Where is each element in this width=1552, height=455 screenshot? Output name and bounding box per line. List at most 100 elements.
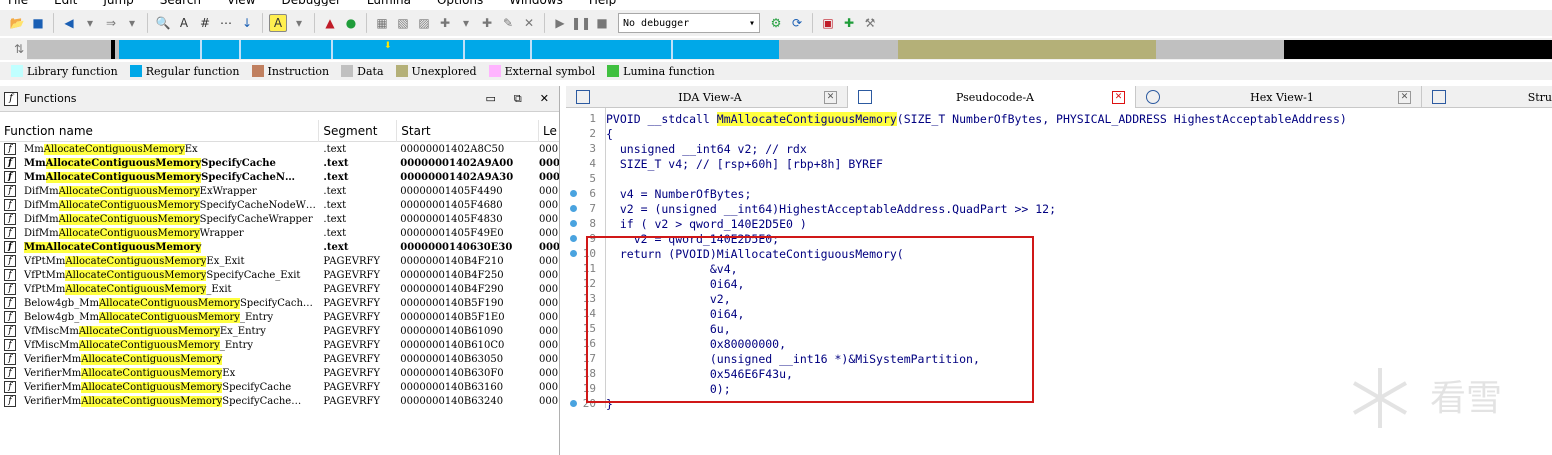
- menu-item-windows[interactable]: Windows: [509, 0, 563, 6]
- code-line[interactable]: 4 SIZE_T v4; // [rsp+60h] [rbp+8h] BYREF: [566, 156, 1552, 171]
- save-icon[interactable]: ■: [29, 14, 47, 32]
- breakpoint-dot-icon[interactable]: [570, 250, 577, 257]
- code-line[interactable]: 5: [566, 171, 1552, 186]
- edit-icon[interactable]: ✎: [499, 14, 517, 32]
- forward-icon[interactable]: ⇒: [102, 14, 120, 32]
- settings-icon[interactable]: ⚒: [861, 14, 879, 32]
- start-cell: 00000001405F4830: [400, 213, 503, 225]
- menu-item-jump[interactable]: Jump: [103, 0, 133, 6]
- table-row[interactable]: f DifMm AllocateContiguousMemory ExWrapper.…: [0, 184, 559, 198]
- code-line[interactable]: 7 v2 = (unsigned __int64)HighestAcceptab…: [566, 201, 1552, 216]
- function-name-cell: f VerifierMm AllocateContiguousMemory Speci…: [0, 381, 319, 393]
- play-icon[interactable]: ▶: [551, 14, 569, 32]
- table-row[interactable]: f VerifierMm AllocateContiguousMemory Ex PAG…: [0, 366, 559, 380]
- column-header-function-name[interactable]: Function name: [0, 119, 320, 142]
- tab-hex-view-1[interactable]: Hex View-1 ✕: [1136, 86, 1422, 108]
- table-row[interactable]: f Below4gb_Mm AllocateContiguousMemory Spec…: [0, 296, 559, 310]
- table-row[interactable]: f Mm AllocateContiguousMemory SpecifyCache.…: [0, 156, 559, 170]
- table-row[interactable]: f VerifierMm AllocateContiguousMemory Speci…: [0, 380, 559, 394]
- code-icon[interactable]: ▧: [394, 14, 412, 32]
- code-line[interactable]: 3 unsigned __int64 v2; // rdx: [566, 141, 1552, 156]
- function-name-match: AllocateContiguousMemory: [58, 213, 200, 225]
- table-row[interactable]: f MmAllocateContiguousMemory .text 00000001…: [0, 240, 559, 254]
- table-row[interactable]: f Mm AllocateContiguousMemory SpecifyCacheN…: [0, 170, 559, 184]
- breakpoint-dot-icon[interactable]: [570, 205, 577, 212]
- menu-item-file[interactable]: File: [8, 0, 28, 6]
- navigation-band[interactable]: ⬇: [27, 40, 1552, 59]
- table-row[interactable]: f VfMiscMm AllocateContiguousMemory Ex_Entr…: [0, 324, 559, 338]
- strings-icon[interactable]: ▣: [819, 14, 837, 32]
- warning-icon[interactable]: ▲: [321, 14, 339, 32]
- close-icon[interactable]: ✕: [1398, 90, 1411, 104]
- code-line[interactable]: 1 PVOID __stdcall MmAllocateContiguousMem…: [566, 111, 1552, 126]
- close-icon[interactable]: ✕: [1112, 90, 1125, 104]
- table-row[interactable]: f Below4gb_Mm AllocateContiguousMemory _Ent…: [0, 310, 559, 324]
- breakpoint-dot-icon[interactable]: [570, 400, 577, 407]
- search-next-icon[interactable]: ⋯: [217, 14, 235, 32]
- undefine-icon[interactable]: ▨: [415, 14, 433, 32]
- pause-icon[interactable]: ❚❚: [571, 14, 591, 32]
- switch-debugger-icon[interactable]: ⚙: [767, 14, 785, 32]
- table-row[interactable]: f VfPtMm AllocateContiguousMemory SpecifyCa…: [0, 268, 559, 282]
- length-cell: 000: [539, 213, 559, 225]
- maximize-icon[interactable]: ▭: [486, 92, 496, 106]
- patch-icon[interactable]: ✚: [478, 14, 496, 32]
- menu-item-options[interactable]: Options: [437, 0, 483, 6]
- plugin-icon[interactable]: ✚: [840, 14, 858, 32]
- column-header-segment[interactable]: Segment: [319, 119, 398, 142]
- function-name-cell: f DifMm AllocateContiguousMemory ExWrapper: [0, 185, 319, 197]
- run-circle-icon[interactable]: ●: [342, 14, 360, 32]
- function-name-prefix: VerifierMm: [24, 395, 82, 407]
- jump-down-icon[interactable]: ↓: [238, 14, 256, 32]
- restore-icon[interactable]: ⧉: [514, 92, 522, 106]
- column-header-length[interactable]: Le: [539, 120, 559, 142]
- refresh-icon[interactable]: ⟳: [788, 14, 806, 32]
- table-row[interactable]: f VerifierMm AllocateContiguousMemory Speci…: [0, 394, 559, 408]
- table-row[interactable]: f DifMm AllocateContiguousMemory SpecifyCac…: [0, 198, 559, 212]
- navigation-band-icon[interactable]: ⇅: [10, 40, 28, 58]
- close-icon[interactable]: ✕: [824, 90, 837, 104]
- menu-item-help[interactable]: Help: [589, 0, 616, 6]
- segment-cell: PAGEVRFY: [323, 353, 381, 365]
- table-row[interactable]: f VfPtMm AllocateContiguousMemory _Exit PAGE…: [0, 282, 559, 296]
- data-icon[interactable]: ▦: [373, 14, 391, 32]
- breakpoint-dot-icon[interactable]: [570, 220, 577, 227]
- add-icon[interactable]: ✚: [436, 14, 454, 32]
- code-line[interactable]: 6 v4 = NumberOfBytes;: [566, 186, 1552, 201]
- column-header-start[interactable]: Start: [397, 119, 540, 142]
- table-row[interactable]: f VfPtMm AllocateContiguousMemory Ex_Exit PA…: [0, 254, 559, 268]
- breakpoint-dot-icon[interactable]: [570, 190, 577, 197]
- menu-item-lumina[interactable]: Lumina: [367, 0, 411, 6]
- stop-icon[interactable]: ■: [593, 14, 611, 32]
- menu-item-search[interactable]: Search: [160, 0, 201, 6]
- open-icon[interactable]: 📂: [8, 14, 26, 32]
- code-line[interactable]: 8 if ( v2 > qword_140E2D5E0 ): [566, 216, 1552, 231]
- search-text-icon[interactable]: A: [175, 14, 193, 32]
- back-icon[interactable]: ◀: [60, 14, 78, 32]
- breakpoint-dot-icon[interactable]: [570, 235, 577, 242]
- table-row[interactable]: f Mm AllocateContiguousMemory Ex .text 000000…: [0, 142, 559, 156]
- close-icon[interactable]: ✕: [540, 92, 549, 106]
- legend-swatch: [11, 65, 23, 77]
- tab-structures[interactable]: Stru: [1422, 86, 1552, 108]
- debugger-select[interactable]: No debugger ▾: [618, 13, 760, 33]
- chevron-down-icon[interactable]: ▾: [457, 14, 475, 32]
- text-color-icon[interactable]: A: [269, 14, 287, 32]
- menu-item-edit[interactable]: Edit: [54, 0, 77, 6]
- menu-item-debugger[interactable]: Debugger: [282, 0, 341, 6]
- search-binary-icon[interactable]: 🔍: [154, 14, 172, 32]
- table-row[interactable]: f DifMm AllocateContiguousMemory SpecifyCac…: [0, 212, 559, 226]
- chevron-down-icon[interactable]: ▾: [290, 14, 308, 32]
- search-immediate-icon[interactable]: #: [196, 14, 214, 32]
- table-row[interactable]: f VerifierMm AllocateContiguousMemory PAGEV…: [0, 352, 559, 366]
- function-name-cell: f VerifierMm AllocateContiguousMemory: [0, 353, 319, 365]
- menu-item-view[interactable]: View: [227, 0, 255, 6]
- table-row[interactable]: f VfMiscMm AllocateContiguousMemory _Entry P…: [0, 338, 559, 352]
- chevron-down-icon[interactable]: ▾: [81, 14, 99, 32]
- chevron-down-icon[interactable]: ▾: [123, 14, 141, 32]
- code-line[interactable]: 2{: [566, 126, 1552, 141]
- table-row[interactable]: f DifMm AllocateContiguousMemory Wrapper .te…: [0, 226, 559, 240]
- close-icon[interactable]: ✕: [520, 14, 538, 32]
- tab-ida-view-a[interactable]: IDA View-A ✕: [566, 86, 848, 108]
- tab-pseudocode-a[interactable]: Pseudocode-A ✕: [848, 86, 1136, 108]
